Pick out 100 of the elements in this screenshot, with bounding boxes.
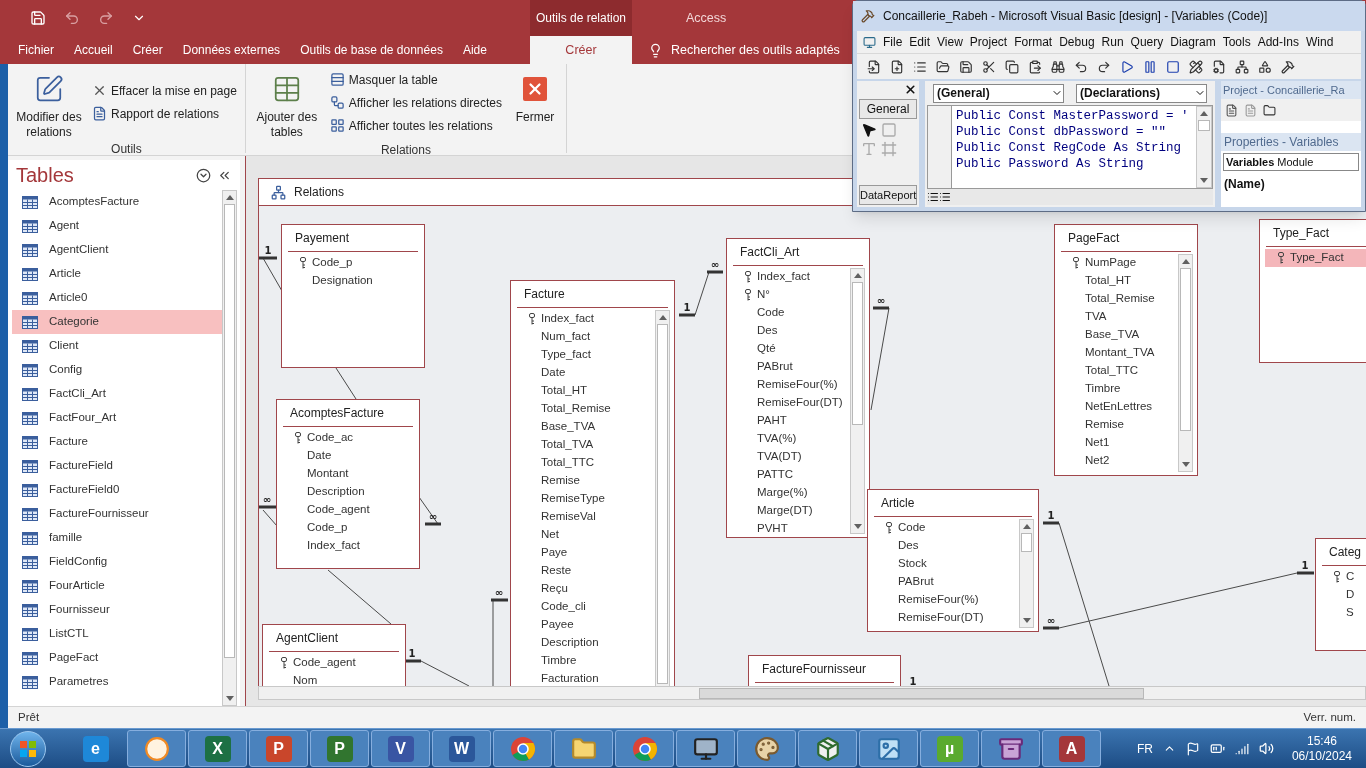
object-dropdown[interactable]: Variables Module [1223, 153, 1359, 171]
field-item[interactable]: TVA(%) [732, 430, 850, 448]
field-item[interactable]: Code_p [287, 254, 424, 272]
field-item[interactable]: RemiseFour(%) [873, 591, 1019, 609]
field-item[interactable]: Reste [516, 562, 655, 580]
menu-item[interactable]: Project [969, 33, 1008, 51]
add-icon[interactable] [890, 59, 904, 74]
table-window[interactable]: FactureFournisseur [748, 655, 901, 686]
code-editor-window[interactable] [852, 0, 1366, 212]
ribbon-button[interactable]: Fermer [510, 68, 561, 125]
scroll-thumb[interactable] [1180, 268, 1191, 432]
field-item[interactable]: Code_p [282, 519, 419, 537]
nav-item[interactable]: Article0 [12, 286, 222, 310]
field-item[interactable]: Index_fact [282, 537, 419, 555]
battery-icon[interactable] [1209, 741, 1225, 756]
nav-item[interactable]: AgentClient [12, 238, 222, 262]
field-item[interactable]: Des [732, 322, 850, 340]
form-icon[interactable] [867, 59, 881, 74]
scroll-thumb[interactable] [1021, 533, 1032, 553]
field-item[interactable]: S [1321, 604, 1366, 622]
field-item[interactable]: Qté [732, 340, 850, 358]
taskbar-button[interactable] [737, 730, 796, 767]
nav-item[interactable]: Parametres [12, 670, 222, 694]
field-item[interactable]: Total_HT [516, 382, 655, 400]
field-item[interactable]: PATTC [732, 466, 850, 484]
field-item[interactable]: RemiseType [516, 490, 655, 508]
dropdown-icon[interactable] [196, 167, 211, 183]
toolbox-tab[interactable]: DataReport [859, 185, 917, 205]
menu-item[interactable]: View [937, 33, 963, 51]
field-item[interactable]: RemiseVal [516, 508, 655, 526]
ribbon-button[interactable]: Afficher toutes les relations [327, 116, 505, 135]
field-item[interactable]: Net2 [1060, 452, 1178, 470]
field-item[interactable]: Code [873, 519, 1019, 537]
scroll-thumb[interactable] [224, 204, 235, 658]
pointer-icon[interactable] [861, 122, 877, 138]
ribbon-tab[interactable]: Créer [530, 36, 632, 64]
taskbar-button[interactable] [981, 730, 1040, 767]
ribbon-tab[interactable]: Créer [122, 36, 173, 64]
save-icon[interactable] [959, 59, 973, 74]
field-item[interactable]: Total_TTC [1060, 362, 1178, 380]
field-item[interactable]: Timbre [516, 652, 655, 670]
field-item[interactable]: Type_fact [516, 346, 655, 364]
nav-item[interactable]: Categorie [12, 310, 222, 334]
speaker-icon[interactable] [1258, 741, 1274, 756]
language-indicator[interactable]: FR [1136, 739, 1153, 758]
field-item[interactable]: Base_TVA [1060, 326, 1178, 344]
document-tab[interactable]: Relations [294, 183, 345, 201]
field-item[interactable]: Total_TTC [516, 454, 655, 472]
field-item[interactable]: Net1 [1060, 434, 1178, 452]
nav-item[interactable]: FieldConfig [12, 550, 222, 574]
taskbar-button[interactable]: P [249, 730, 308, 767]
field-item[interactable]: PVHT [732, 520, 850, 537]
field-item[interactable]: Facturation [516, 670, 655, 686]
taskbar-button[interactable]: e [66, 730, 125, 767]
field-item[interactable]: RemiseFour(DT) [873, 609, 1019, 627]
field-item[interactable]: PABrut [732, 358, 850, 376]
table-window[interactable]: Article Code Des Stock PABrut RemiseFour(%) RemiseFour(DT) [867, 489, 1039, 632]
scroll-thumb[interactable] [699, 687, 1144, 699]
run-icon[interactable] [1120, 59, 1134, 74]
field-item[interactable]: Date [516, 364, 655, 382]
nav-item[interactable]: FactureFournisseur [12, 502, 222, 526]
nav-item[interactable]: PageFact [12, 646, 222, 670]
nav-item[interactable]: ListCTL [12, 622, 222, 646]
scroll-thumb[interactable] [657, 324, 668, 684]
field-item[interactable]: Num_fact [516, 328, 655, 346]
stop-icon[interactable] [1166, 59, 1180, 74]
cut-icon[interactable] [982, 59, 996, 74]
object-dropdown[interactable]: (General) [933, 83, 1064, 103]
table-window[interactable]: Payement Code_p Designation [281, 224, 425, 368]
field-item[interactable]: D [1321, 586, 1366, 604]
taskbar-button[interactable] [859, 730, 918, 767]
ribbon-tab[interactable]: Aide [452, 36, 497, 64]
nav-item[interactable]: Facture [12, 430, 222, 454]
field-item[interactable]: Type_Fact [1265, 249, 1366, 267]
table-window[interactable]: PageFact NumPage Total_HT Total_Remise TVA Base_TVA Montant_TVA Total_TTC Timbre NetEnLettres Remise Net1 Net2 [1054, 224, 1198, 476]
horizontal-scrollbar[interactable] [258, 686, 1366, 700]
field-item[interactable]: Payee [516, 616, 655, 634]
field-item[interactable]: TVA [1060, 308, 1178, 326]
scroll-thumb[interactable] [1198, 120, 1210, 131]
folder-icon[interactable] [936, 59, 950, 74]
taskbar-button[interactable]: W [432, 730, 491, 767]
field-item[interactable]: Montant [282, 465, 419, 483]
field-item[interactable]: Reçu [516, 580, 655, 598]
menu-item[interactable]: File [883, 33, 903, 51]
toolbox-tab[interactable]: General [859, 99, 917, 119]
nav-item[interactable]: FactureField [12, 454, 222, 478]
field-item[interactable]: Designation [287, 272, 424, 290]
copy-icon[interactable] [1005, 59, 1019, 74]
scroll-thumb[interactable] [852, 282, 863, 425]
field-item[interactable]: PAHT [732, 412, 850, 430]
design-icon[interactable] [1189, 59, 1203, 74]
field-item[interactable]: Description [516, 634, 655, 652]
taskbar-button[interactable]: V [371, 730, 430, 767]
field-item[interactable]: Des [873, 537, 1019, 555]
hammer-icon[interactable] [1281, 59, 1295, 74]
table-window[interactable]: Facture Index_fact Num_fact Type_fact Date Total_HT Total_Remise Base_TVA Total_TVA Total_TTC Remise RemiseType RemiseVal Net Paye Reste Reçu Code_cli Payee Description Timbre Facturation [510, 280, 675, 686]
ribbon-button[interactable]: Modifier des relations [14, 68, 84, 140]
scrollbar[interactable] [1019, 519, 1034, 628]
ribbon-tab[interactable]: Accueil [64, 36, 123, 64]
hierarchy-icon[interactable] [1235, 59, 1249, 74]
